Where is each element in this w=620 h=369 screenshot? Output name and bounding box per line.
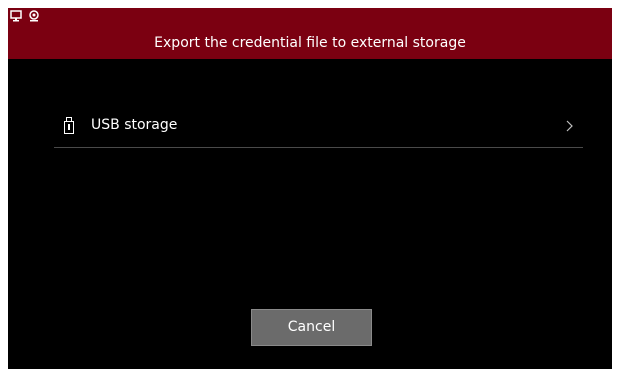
list-divider bbox=[54, 147, 583, 148]
usb-drive-icon bbox=[64, 117, 74, 134]
export-dialog-screen: Export the credential file to external s… bbox=[8, 8, 612, 369]
list-item-usb-storage[interactable]: USB storage bbox=[54, 106, 583, 148]
page-title: Export the credential file to external s… bbox=[154, 35, 466, 51]
chevron-right-icon bbox=[566, 120, 573, 132]
cancel-button[interactable]: Cancel bbox=[251, 309, 372, 346]
monitor-icon bbox=[10, 10, 22, 22]
header-bar: Export the credential file to external s… bbox=[8, 8, 612, 59]
list-item-label: USB storage bbox=[91, 117, 178, 133]
webcam-icon bbox=[29, 10, 39, 22]
